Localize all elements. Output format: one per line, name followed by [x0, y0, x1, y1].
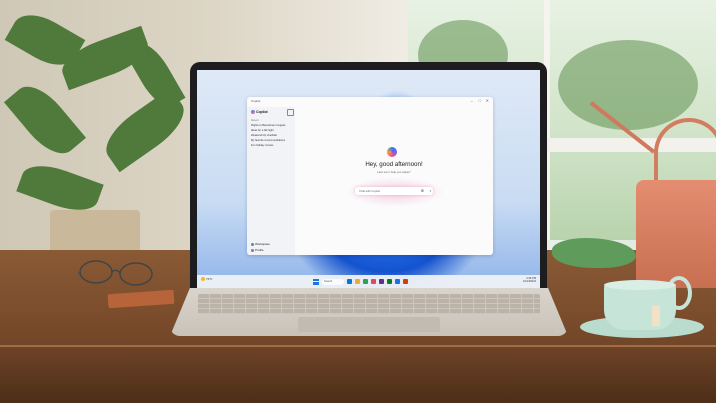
attach-icon[interactable]: ⊕	[421, 188, 424, 193]
taskbar: 72°F Search 2:30 PM 10/14/2024	[197, 275, 540, 288]
tray-date: 10/14/2024	[523, 280, 536, 284]
taskbar-app-icon[interactable]	[371, 279, 376, 284]
sidebar-logo-label: Copilot	[256, 110, 268, 114]
taskbar-app-icon[interactable]	[347, 279, 352, 284]
weather-temp: 72°F	[206, 277, 213, 281]
workspace-item[interactable]: Workspace	[251, 242, 270, 246]
taskbar-apps: Search	[313, 278, 408, 285]
maximize-button[interactable]: □	[479, 98, 481, 103]
minimize-button[interactable]: –	[471, 98, 473, 103]
sidebar-item-conversation[interactable]: Fun holiday movies	[251, 144, 273, 147]
sidebar-section-heading: Recent	[251, 119, 259, 122]
windows-start-icon[interactable]	[313, 278, 319, 285]
workspace-icon	[251, 242, 254, 246]
sidebar-item-conversation[interactable]: My favorite recommendations	[251, 139, 285, 142]
taskbar-app-icon[interactable]	[395, 279, 400, 284]
taskbar-app-icon[interactable]	[387, 279, 392, 284]
taskbar-app-icon[interactable]	[355, 279, 360, 284]
copilot-icon	[251, 110, 255, 115]
system-tray[interactable]: 2:30 PM 10/14/2024	[523, 277, 536, 283]
close-button[interactable]: ✕	[486, 98, 489, 103]
tea-tag	[652, 306, 660, 326]
chat-main: Hey, good afternoon! How can I help you …	[295, 107, 493, 255]
sidebar-item-conversation[interactable]: Ideas for a fall night	[251, 129, 274, 132]
sun-icon	[201, 277, 205, 282]
trackpad	[298, 317, 440, 332]
chat-input[interactable]: Chat with Copilot ⊕ •	[355, 187, 433, 195]
sidebar-logo[interactable]: Copilot	[251, 110, 268, 115]
sidebar-item-conversation[interactable]: Weekend trip checklist	[251, 134, 277, 137]
teacup	[604, 284, 676, 330]
photo-scene: Copilot – □ ✕ Copilot Recent Flights to …	[0, 0, 716, 403]
user-profile[interactable]: Profile	[251, 248, 264, 252]
keyboard-rows	[198, 294, 540, 314]
watering-can-handle	[654, 118, 716, 188]
window-title: Copilot	[251, 99, 261, 103]
copilot-logo-icon	[387, 147, 397, 157]
new-chat-icon[interactable]	[287, 109, 294, 116]
microphone-icon[interactable]: •	[430, 188, 431, 193]
copilot-window: Copilot – □ ✕ Copilot Recent Flights to …	[247, 97, 493, 255]
greeting-subtitle: How can I help you today?	[377, 170, 411, 174]
watering-can	[636, 180, 716, 288]
greeting-heading: Hey, good afternoon!	[365, 161, 423, 168]
table-edge	[0, 345, 716, 403]
laptop-screen: Copilot – □ ✕ Copilot Recent Flights to …	[197, 70, 540, 288]
outdoor-foliage	[558, 40, 698, 130]
teacup-rim	[604, 280, 676, 290]
eyeglasses	[78, 260, 153, 286]
taskbar-app-icon[interactable]	[403, 279, 408, 284]
avatar	[251, 248, 254, 252]
workspace-label: Workspace	[255, 242, 270, 246]
sidebar: Copilot Recent Flights to Barcelona in A…	[247, 107, 295, 255]
taskbar-app-icon[interactable]	[363, 279, 368, 284]
sidebar-item-conversation[interactable]: Flights to Barcelona in August	[251, 124, 285, 127]
user-label: Profile	[255, 248, 264, 252]
title-bar: Copilot – □ ✕	[247, 97, 493, 107]
chat-input-placeholder: Chat with Copilot	[359, 189, 381, 193]
taskbar-search[interactable]: Search	[322, 278, 344, 285]
weather-widget[interactable]: 72°F	[201, 277, 213, 282]
taskbar-app-icon[interactable]	[379, 279, 384, 284]
